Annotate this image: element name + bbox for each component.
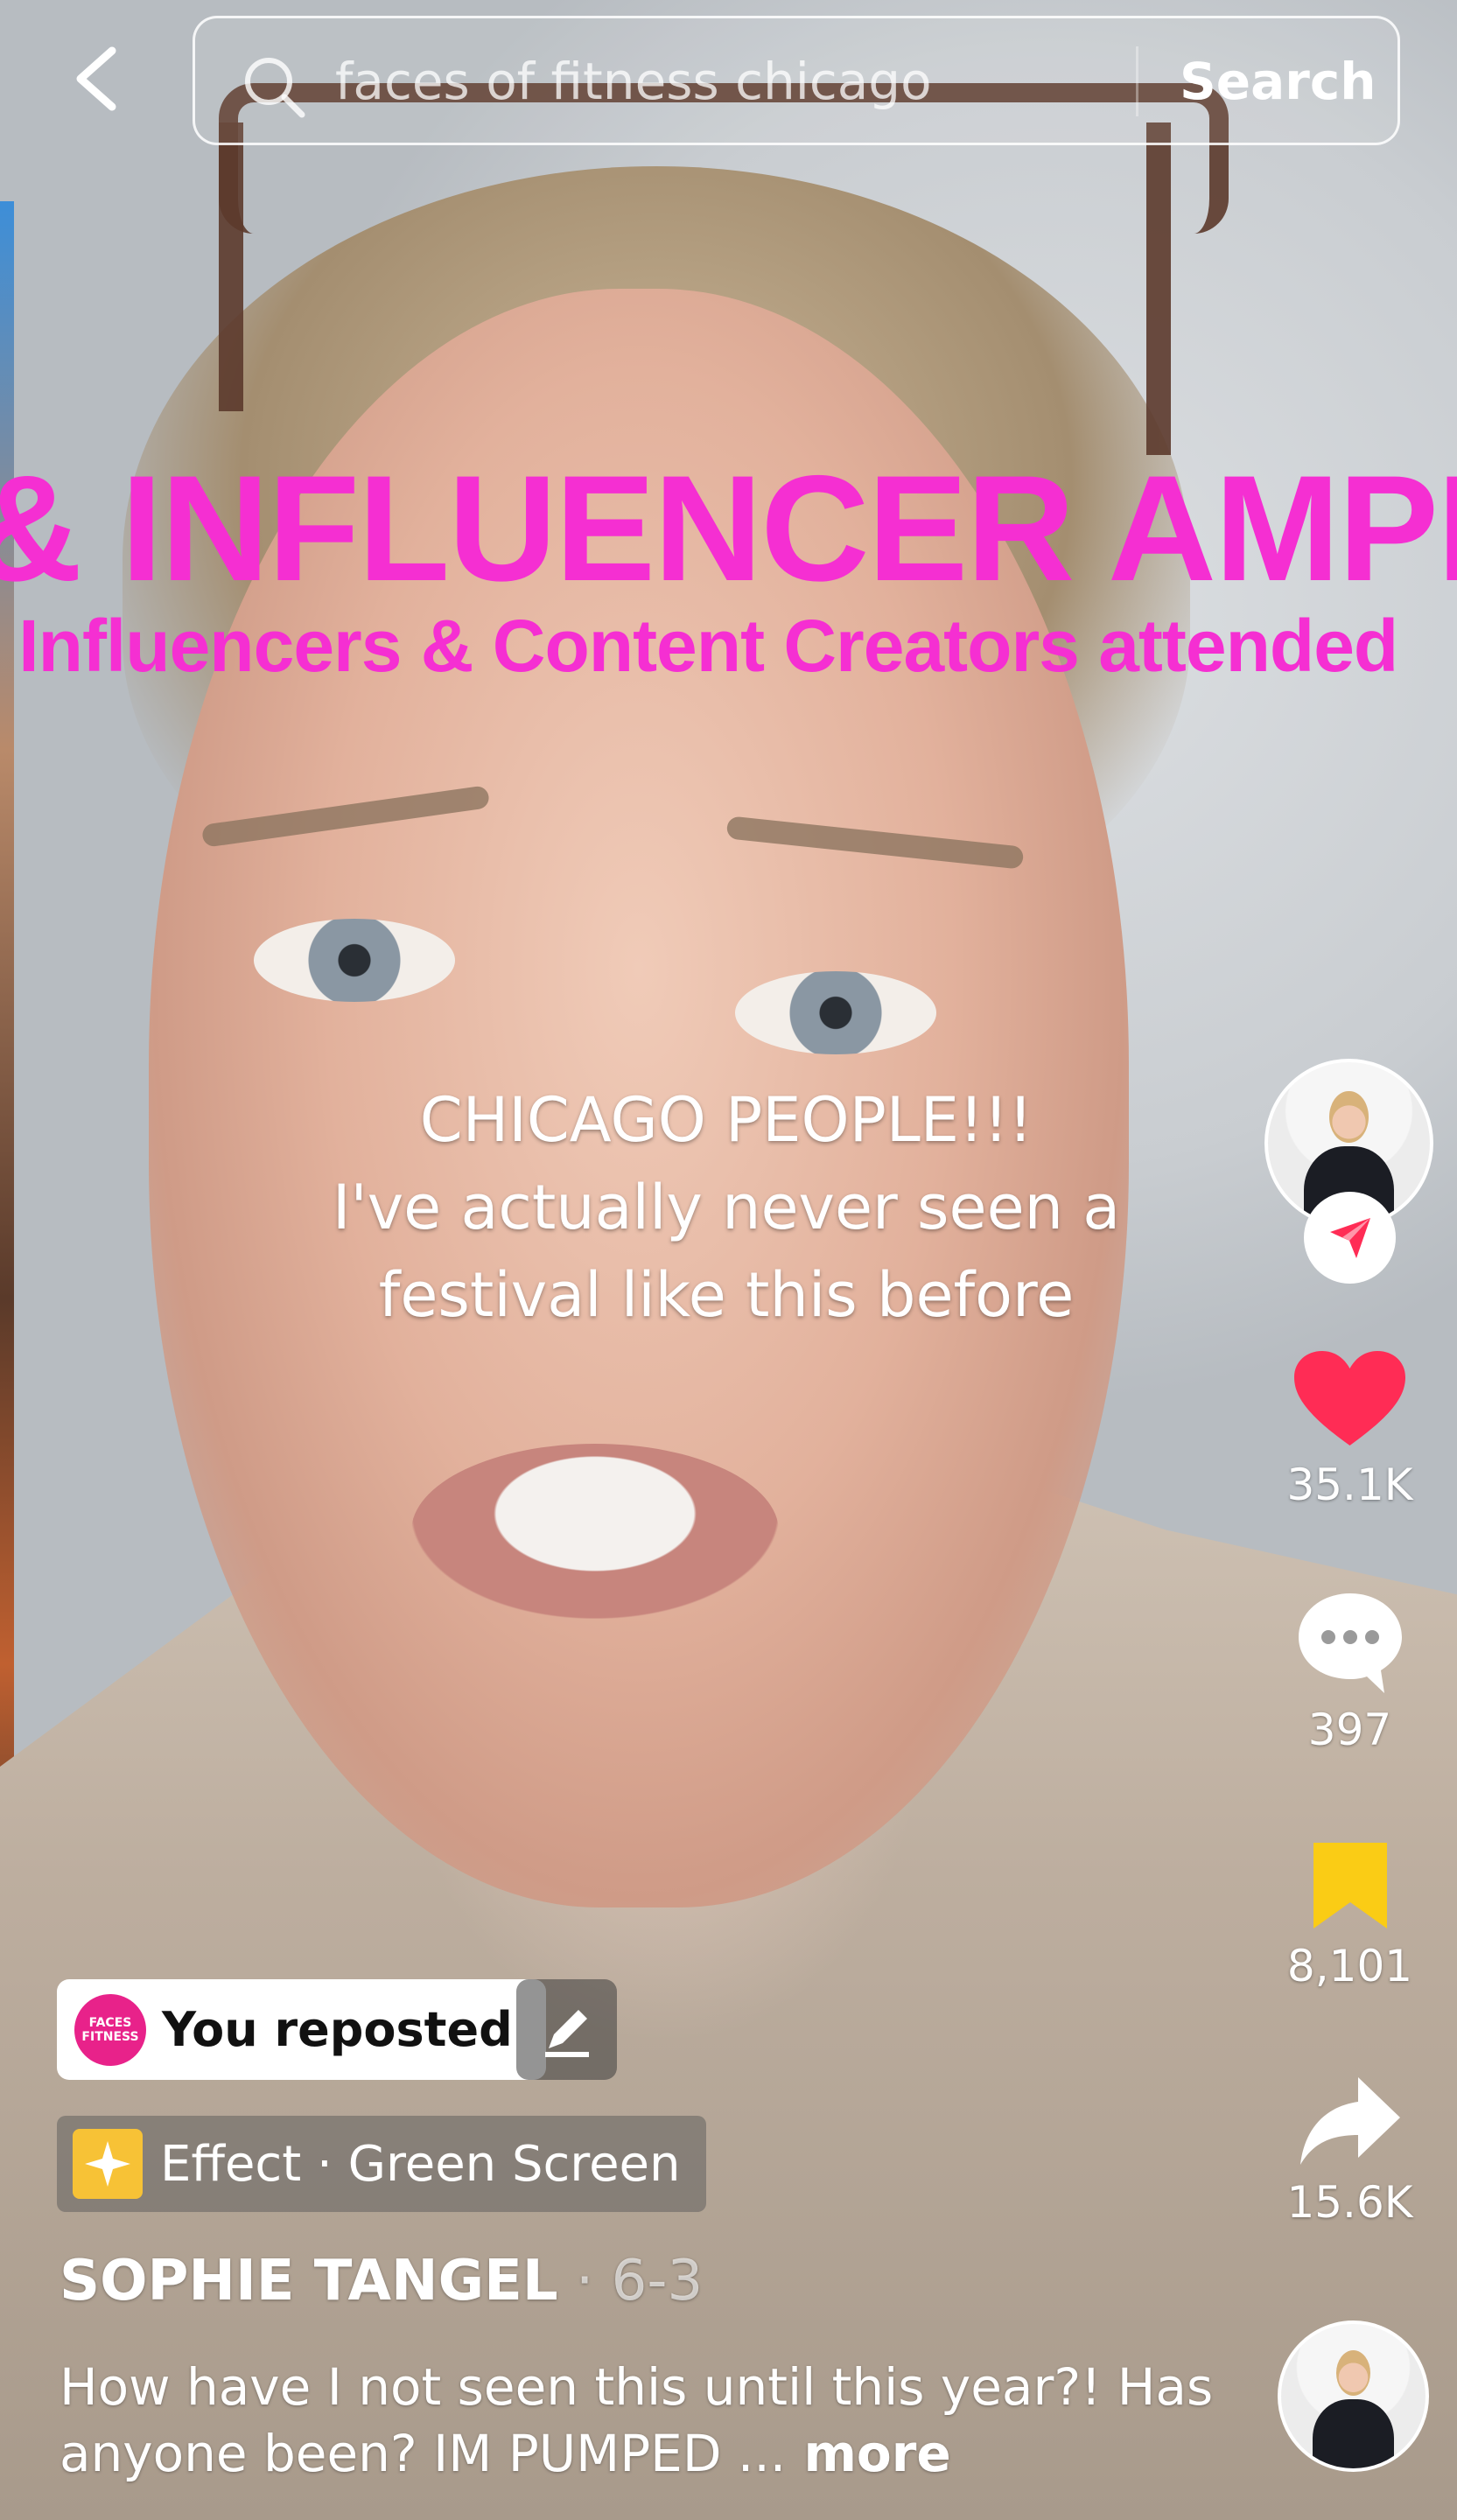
share-arrow-icon <box>1300 2077 1400 2165</box>
bookmark-icon <box>1313 1843 1387 1928</box>
comment-count: 397 <box>1307 1704 1392 1755</box>
video-mouth <box>411 1444 779 1619</box>
description-text: How have I not seen this until this year… <box>60 2357 1214 2483</box>
author-row: SOPHIE TANGEL · 6-3 <box>60 2249 703 2314</box>
repost-arrow-icon <box>1329 1217 1370 1258</box>
effect-label: Effect · Green Screen <box>160 2135 681 2193</box>
caption-line: I've actually never seen a <box>332 1172 1121 1243</box>
video-sunglasses-arm-right <box>1146 122 1171 455</box>
you-reposted-label: You reposted <box>162 2002 513 2057</box>
more-link[interactable]: more <box>786 2424 950 2483</box>
video-screen[interactable]: faces of fitness chicago Search & INFLUE… <box>0 0 1457 2520</box>
video-eye-right <box>735 971 936 1054</box>
like-button[interactable]: 35.1K <box>1264 1348 1435 1510</box>
video-sunglasses-arm-left <box>219 122 243 411</box>
effect-thumbnail <box>73 2129 143 2199</box>
edit-repost-button[interactable] <box>516 1979 617 2080</box>
overlay-title: & INFLUENCER AMPLIF <box>0 444 1457 612</box>
comment-button[interactable]: 397 <box>1264 1588 1435 1755</box>
search-icon <box>245 58 305 118</box>
sound-avatar[interactable] <box>1278 2320 1429 2472</box>
heart-icon <box>1294 1351 1405 1446</box>
search-input[interactable]: faces of fitness chicago <box>335 52 932 111</box>
search-button[interactable]: Search <box>1180 52 1376 111</box>
faces-fitness-logo: FACES FITNESS <box>74 1993 146 2066</box>
video-caption: CHICAGO PEOPLE!!! I've actually never se… <box>289 1076 1164 1339</box>
comment-icon <box>1298 1593 1402 1693</box>
caption-line: festival like this before <box>378 1259 1075 1331</box>
sparkle-icon <box>85 2141 130 2187</box>
pencil-icon <box>544 2009 589 2057</box>
share-button[interactable]: 15.6K <box>1264 2074 1435 2228</box>
avatar-head <box>1335 2349 1371 2397</box>
like-count: 35.1K <box>1286 1460 1413 1510</box>
caption-line: CHICAGO PEOPLE!!! <box>419 1084 1033 1156</box>
video-eye-left <box>254 919 455 1002</box>
author-name[interactable]: SOPHIE TANGEL <box>60 2249 558 2314</box>
post-description[interactable]: How have I not seen this until this year… <box>60 2354 1215 2487</box>
effect-chip[interactable]: Effect · Green Screen <box>57 2116 707 2212</box>
save-button[interactable]: 8,101 <box>1264 1838 1435 1992</box>
search-bar[interactable]: faces of fitness chicago Search <box>193 16 1400 145</box>
share-count: 15.6K <box>1286 2177 1413 2228</box>
save-count: 8,101 <box>1286 1941 1413 1992</box>
repost-badge-button[interactable] <box>1304 1192 1396 1284</box>
you-reposted-chip[interactable]: FACES FITNESS You reposted <box>57 1979 546 2080</box>
avatar-body <box>1313 2398 1394 2468</box>
search-divider <box>1136 46 1138 116</box>
overlay-subtitle: : Influencers & Content Creators attende… <box>0 605 1398 687</box>
back-button[interactable] <box>61 44 131 114</box>
back-chevron-icon <box>76 46 116 111</box>
avatar-head <box>1329 1091 1369 1144</box>
post-date: · 6-3 <box>557 2249 704 2314</box>
